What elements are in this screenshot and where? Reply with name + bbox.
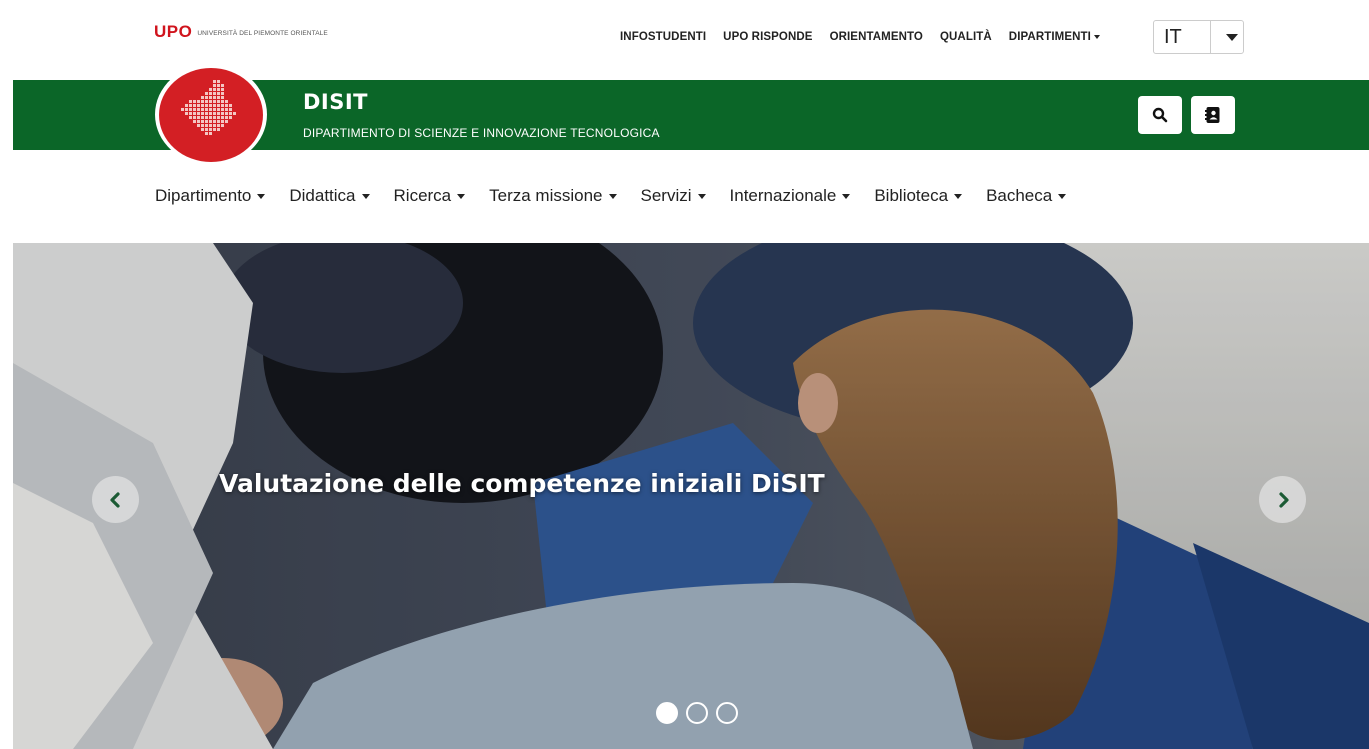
utility-dropdown-dipartimenti[interactable]: DIPARTIMENTI	[1009, 31, 1100, 43]
upo-logo-mark: UPO	[154, 22, 193, 41]
caret-down-icon	[257, 193, 266, 199]
address-book-icon	[1205, 107, 1220, 123]
upo-logo-text: UNIVERSITÀ DEL PIEMONTE ORIENTALE	[197, 30, 328, 37]
hero-caption[interactable]: Valutazione delle competenze iniziali Di…	[219, 469, 825, 498]
department-full-name: DIPARTIMENTO DI SCIENZE E INNOVAZIONE TE…	[303, 126, 660, 140]
language-select[interactable]: IT	[1153, 20, 1244, 54]
nav-item-label: Internazionale	[729, 186, 837, 205]
carousel-prev-button[interactable]	[92, 476, 139, 523]
caret-down-icon	[697, 193, 706, 199]
hero-carousel[interactable]: Valutazione delle competenze iniziali Di…	[13, 243, 1369, 749]
nav-item-biblioteca[interactable]: Biblioteca	[874, 186, 963, 206]
utility-link-orientamento[interactable]: ORIENTAMENTO	[830, 31, 923, 43]
piemonte-map-graphic	[181, 79, 236, 135]
search-button[interactable]	[1138, 96, 1182, 134]
utility-dropdown-dipartimenti-label: DIPARTIMENTI	[1008, 31, 1091, 43]
chevron-right-icon	[1278, 491, 1289, 508]
chevron-left-icon	[109, 491, 120, 508]
nav-item-ricerca[interactable]: Ricerca	[394, 186, 466, 206]
utility-link-qualita[interactable]: QUALITÀ	[940, 31, 992, 43]
department-logo[interactable]	[155, 64, 267, 165]
utility-link-infostudenti[interactable]: INFOSTUDENTI	[620, 31, 706, 43]
caret-down-icon	[457, 193, 466, 199]
nav-item-label: Bacheca	[986, 186, 1053, 205]
carousel-next-button[interactable]	[1259, 476, 1306, 523]
nav-item-internazionale[interactable]: Internazionale	[730, 186, 851, 206]
language-select-divider	[1210, 20, 1211, 54]
caret-down-icon	[1093, 34, 1100, 39]
nav-item-label: Dipartimento	[155, 186, 252, 205]
department-name[interactable]: DISIT	[303, 90, 368, 114]
nav-item-dipartimento[interactable]: Dipartimento	[155, 186, 266, 206]
nav-item-didattica[interactable]: Didattica	[289, 186, 370, 206]
carousel-indicator-3[interactable]	[716, 702, 738, 724]
caret-down-icon	[842, 193, 851, 199]
main-nav: Dipartimento Didattica Ricerca Terza mis…	[155, 183, 1067, 209]
caret-down-icon	[954, 193, 963, 199]
nav-item-label: Ricerca	[393, 186, 452, 205]
carousel-indicator-1[interactable]	[656, 702, 678, 724]
contacts-button[interactable]	[1191, 96, 1235, 134]
caret-down-icon	[1058, 193, 1067, 199]
language-select-value: IT	[1164, 25, 1182, 48]
page: UPO UNIVERSITÀ DEL PIEMONTE ORIENTALE IN…	[0, 0, 1369, 749]
search-icon	[1152, 107, 1168, 123]
caret-down-icon	[608, 193, 617, 199]
piemonte-map-logo-icon	[159, 67, 263, 162]
utility-link-upo-risponde[interactable]: UPO RISPONDE	[723, 31, 812, 43]
nav-item-label: Didattica	[289, 186, 356, 205]
nav-item-bacheca[interactable]: Bacheca	[986, 186, 1067, 206]
nav-item-label: Terza missione	[489, 186, 603, 205]
nav-item-label: Servizi	[640, 186, 692, 205]
nav-item-label: Biblioteca	[874, 186, 949, 205]
carousel-indicators	[656, 702, 738, 724]
nav-item-terza-missione[interactable]: Terza missione	[489, 186, 617, 206]
caret-down-icon	[361, 193, 370, 199]
upo-logo[interactable]: UPO UNIVERSITÀ DEL PIEMONTE ORIENTALE	[154, 22, 328, 42]
utility-nav: INFOSTUDENTI UPO RISPONDE ORIENTAMENTO Q…	[620, 22, 1106, 52]
caret-down-icon	[1226, 33, 1238, 41]
nav-item-servizi[interactable]: Servizi	[641, 186, 706, 206]
carousel-indicator-2[interactable]	[686, 702, 708, 724]
